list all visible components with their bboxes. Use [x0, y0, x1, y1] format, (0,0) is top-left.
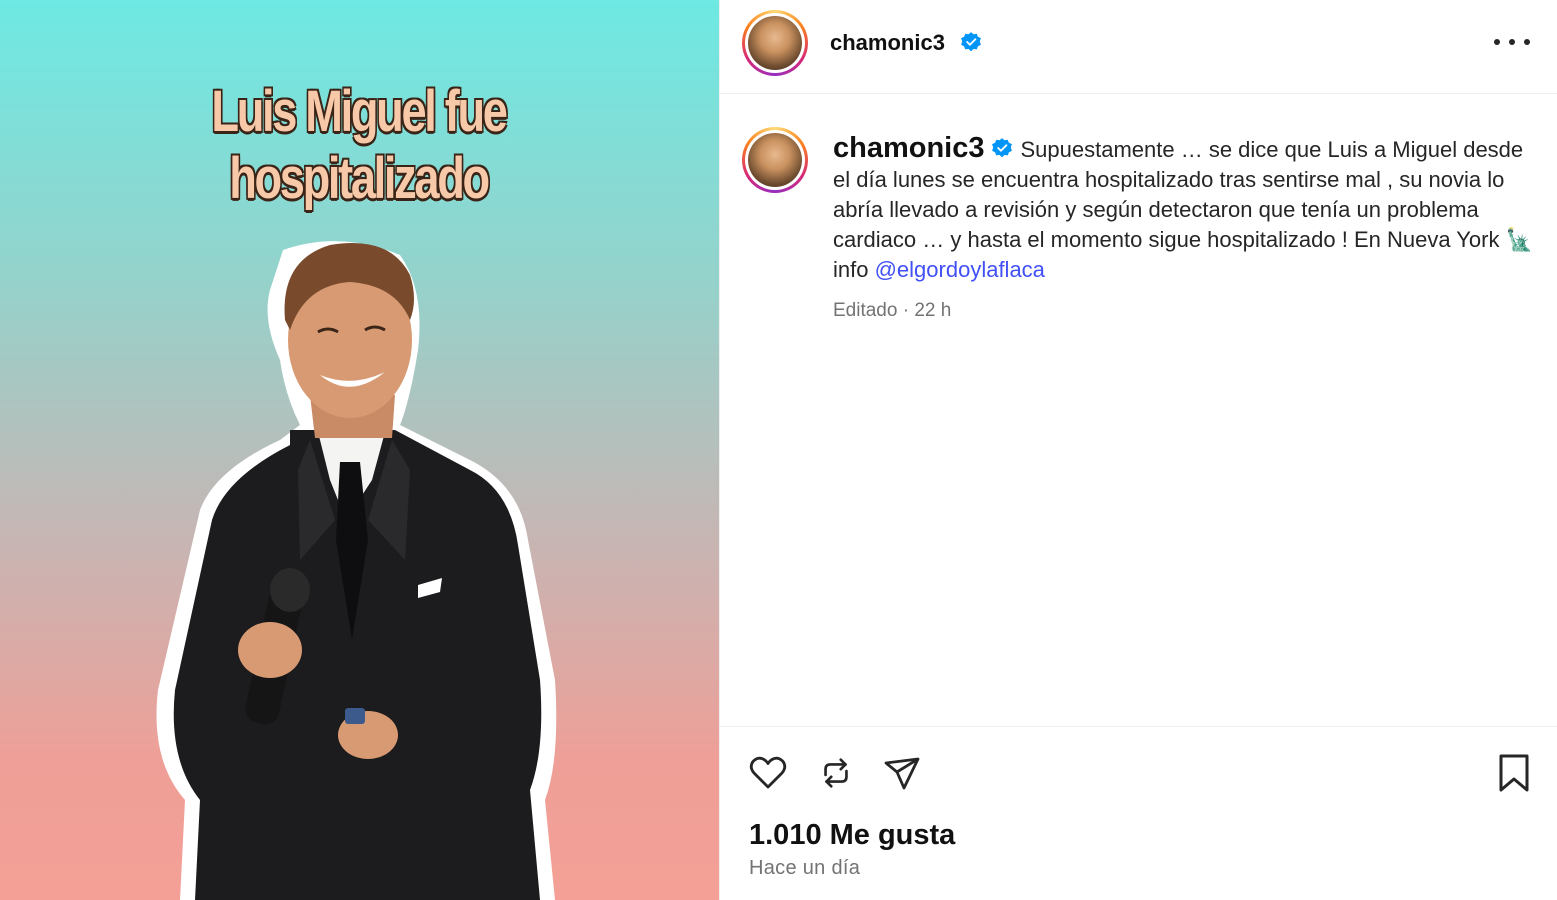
person-photo	[156, 241, 557, 900]
post-time[interactable]: Hace un día	[749, 857, 860, 880]
caption-text: chamonic3 Supuestamente … se dice que Lu…	[833, 133, 1533, 285]
like-button[interactable]	[746, 751, 790, 795]
dot-icon	[1524, 39, 1530, 45]
share-icon	[884, 757, 920, 790]
caption-avatar[interactable]	[742, 127, 808, 193]
edited-label: Editado	[833, 300, 898, 321]
post-sidebar: chamonic3 chamonic3 Supuestamente … se d…	[719, 0, 1557, 900]
share-button[interactable]	[880, 751, 924, 795]
header-avatar[interactable]	[742, 10, 808, 76]
caption-time[interactable]: 22 h	[914, 300, 951, 321]
heart-icon	[749, 756, 787, 789]
dot-icon	[1494, 39, 1500, 45]
caption-username[interactable]: chamonic3	[833, 132, 985, 164]
post-header: chamonic3	[720, 0, 1557, 94]
verified-badge-icon	[961, 32, 981, 52]
more-options-button[interactable]	[1494, 30, 1530, 54]
save-button[interactable]	[1492, 751, 1536, 795]
meta-separator: ·	[902, 300, 910, 321]
bookmark-icon	[1499, 754, 1529, 792]
mention-link[interactable]: @elgordoylaflaca	[875, 257, 1045, 282]
action-bar: 1.010 Me gusta Hace un día	[720, 726, 1557, 900]
likes-count[interactable]: 1.010 Me gusta	[749, 819, 955, 852]
post-media[interactable]: Luis Miguel fue hospitalizado	[0, 0, 719, 900]
header-username[interactable]: chamonic3	[830, 30, 945, 56]
repost-button[interactable]	[814, 751, 858, 795]
dot-icon	[1509, 39, 1515, 45]
repost-icon	[824, 758, 848, 788]
verified-badge-icon	[991, 138, 1012, 158]
caption-meta: Editado · 22 h	[833, 300, 951, 322]
